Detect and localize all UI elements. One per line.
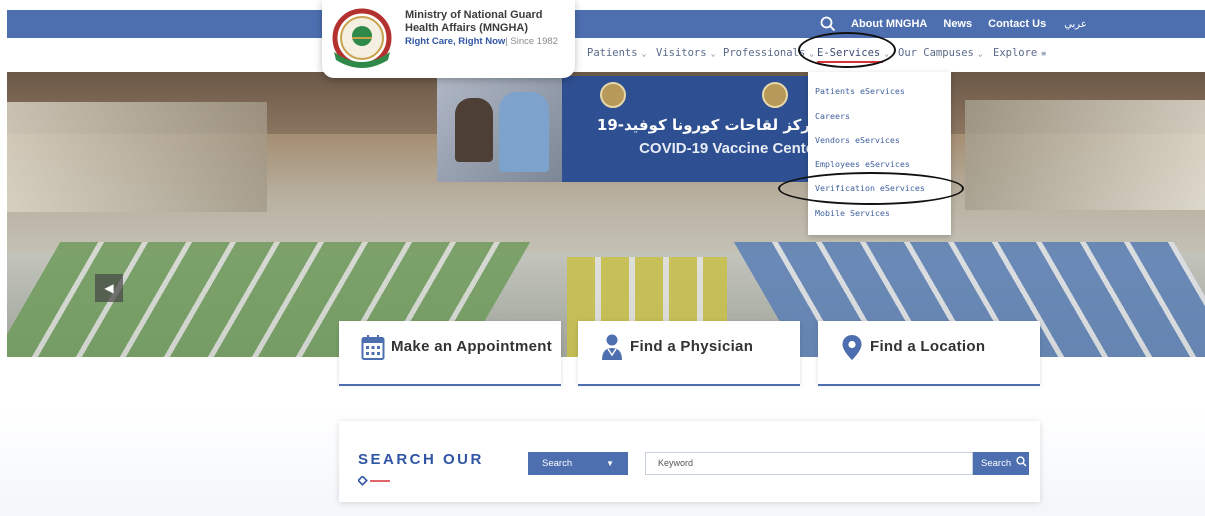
search-button-label: Search — [981, 458, 1012, 469]
make-appointment-card[interactable]: Make an Appointment — [339, 321, 561, 386]
brand-tagline: Right Care, Right Now — [405, 36, 506, 47]
find-location-card[interactable]: Find a Location — [818, 321, 1040, 386]
about-link[interactable]: About MNGHA — [851, 18, 927, 30]
photo-person — [455, 98, 493, 162]
brand-text: Ministry of National Guard Health Affair… — [405, 9, 575, 49]
annotation-circle — [778, 172, 964, 205]
emblem-icon — [600, 82, 626, 108]
hero-window-left — [7, 102, 267, 212]
find-physician-label: Find a Physician — [630, 338, 754, 355]
annotation-circle — [798, 32, 896, 68]
emblem-icon — [762, 82, 788, 108]
nav-label: Professionals — [723, 47, 806, 59]
menu-item-vendors-eservices[interactable]: Vendors eServices — [815, 135, 900, 145]
caret-left-icon: ◀ — [104, 281, 114, 295]
language-toggle[interactable]: عربي — [1064, 19, 1087, 30]
chevron-down-icon: ⌄ — [977, 49, 983, 58]
map-pin-icon — [842, 335, 862, 360]
menu-item-patients-eservices[interactable]: Patients eServices — [815, 86, 905, 96]
hero-slider: مركز لقاحات كورونا كوفيد-19 COVID-19 Vac… — [7, 72, 1205, 357]
calendar-icon — [361, 335, 385, 360]
chevron-down-icon: ⌄ — [641, 49, 647, 58]
diamond-divider-icon — [358, 476, 390, 486]
card-underline — [818, 384, 1040, 386]
menu-lines-icon: ≡ — [1041, 49, 1047, 58]
eservices-dropdown: Patients eServices Careers Vendors eServ… — [808, 72, 951, 235]
menu-item-employees-eservices[interactable]: Employees eServices — [815, 159, 910, 169]
nav-item-patients[interactable]: Patients ⌄ — [587, 47, 646, 59]
nav-item-explore[interactable]: Explore ≡ — [993, 47, 1046, 59]
brand-since: | Since 1982 — [505, 36, 558, 47]
find-location-label: Find a Location — [870, 338, 986, 355]
hero-banner: مركز لقاحات كورونا كوفيد-19 COVID-19 Vac… — [562, 76, 832, 182]
page: About MNGHA News Contact Us عربي Patient… — [0, 0, 1205, 516]
menu-item-careers[interactable]: Careers — [815, 111, 850, 121]
make-appointment-label: Make an Appointment — [391, 338, 552, 355]
brand-line2: Health Affairs (MNGHA) — [405, 22, 529, 34]
mngha-emblem-icon — [332, 8, 392, 68]
contact-link[interactable]: Contact Us — [988, 18, 1046, 30]
search-title: SEARCH OUR — [358, 451, 484, 468]
nav-label: Explore — [993, 47, 1038, 59]
search-icon — [1016, 456, 1027, 467]
news-link[interactable]: News — [943, 18, 972, 30]
top-bar: About MNGHA News Contact Us عربي — [7, 10, 1205, 38]
search-panel: SEARCH OUR Search ▼ Keyword Search — [339, 421, 1040, 502]
search-scope-select[interactable]: Search ▼ — [528, 452, 628, 475]
nav-label: Patients — [587, 47, 638, 59]
find-physician-card[interactable]: Find a Physician — [578, 321, 800, 386]
hero-vaccination-photo — [437, 76, 562, 182]
search-button[interactable]: Search — [973, 452, 1029, 475]
nav-label: Our Campuses — [898, 47, 974, 59]
photo-person — [499, 92, 549, 172]
doctor-icon — [602, 334, 622, 360]
search-keyword-input[interactable]: Keyword — [645, 452, 973, 475]
nav-item-our-campuses[interactable]: Our Campuses ⌄ — [898, 47, 983, 59]
slider-prev-button[interactable]: ◀ — [95, 274, 123, 302]
main-nav: Patients ⌄ Visitors ⌄ Professionals ⌄ E-Ser… — [0, 38, 1205, 72]
nav-label: Visitors — [656, 47, 707, 59]
hero-window-right — [965, 100, 1205, 210]
chevron-down-icon: ⌄ — [710, 49, 716, 58]
search-scope-value: Search — [542, 458, 573, 469]
menu-item-mobile-services[interactable]: Mobile Services — [815, 208, 890, 218]
brand-line1: Ministry of National Guard — [405, 9, 543, 21]
caret-down-icon: ▼ — [606, 459, 614, 468]
brand-logo-card[interactable]: Ministry of National Guard Health Affair… — [322, 0, 575, 78]
search-icon[interactable] — [819, 15, 837, 33]
banner-arabic-title: مركز لقاحات كورونا كوفيد-19 — [596, 116, 820, 134]
card-underline — [578, 384, 800, 386]
nav-item-visitors[interactable]: Visitors ⌄ — [656, 47, 715, 59]
banner-english-title: COVID-19 Vaccine Center — [639, 140, 820, 157]
card-underline — [339, 384, 561, 386]
brand-tagline-row: Right Care, Right Now| Since 1982 — [405, 35, 575, 49]
